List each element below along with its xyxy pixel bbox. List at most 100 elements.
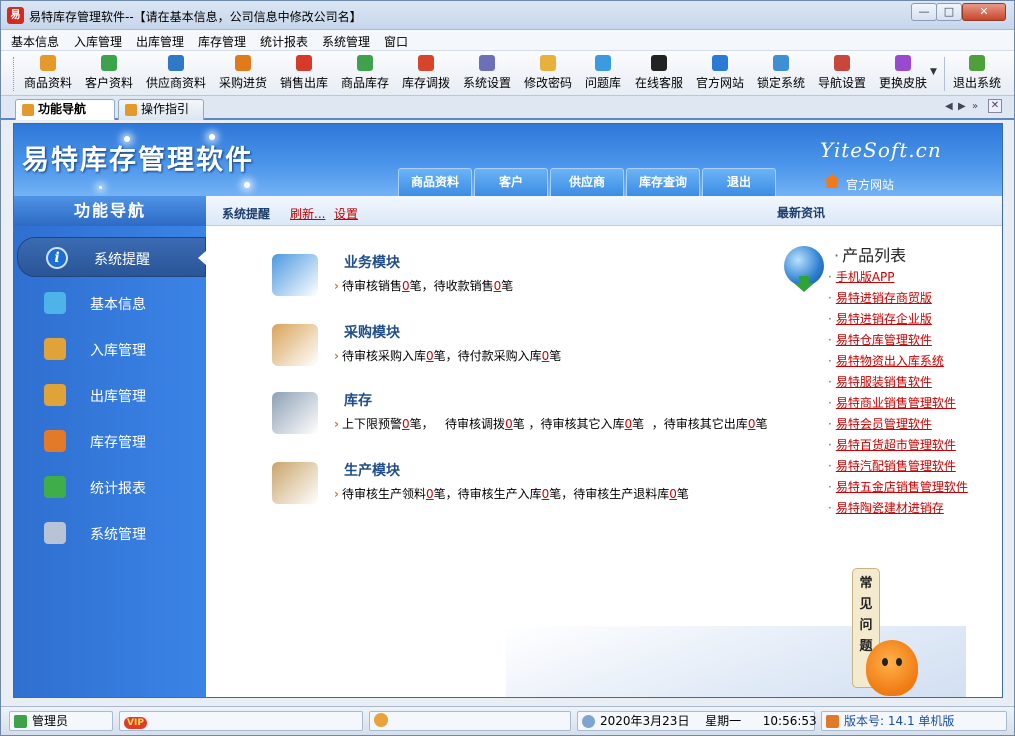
product-link[interactable]: · 手机版APP	[828, 268, 895, 285]
module-card: 业务模块 › 待审核销售0笔，待收款销售0笔	[272, 250, 772, 306]
product-link[interactable]: · 易特服装销售软件	[828, 373, 932, 390]
toolbar-button-sales[interactable]: 销售出库	[276, 53, 332, 93]
app-window: 易 易特库存管理软件--【请在基本信息，公司信息中修改公司名】 — □ ✕ 基本…	[0, 0, 1015, 736]
bullet-arrow-icon: ›	[334, 349, 339, 363]
toolbar-button-product[interactable]: 商品资料	[19, 53, 77, 93]
pending-count[interactable]: 0	[402, 417, 410, 431]
folder-icon[interactable]	[272, 254, 318, 296]
toolbar-button-stock[interactable]: 商品库存	[337, 53, 393, 93]
toolbar-button-navigation[interactable]: 导航设置	[814, 53, 870, 93]
toolbar-button-label: 锁定系统	[756, 76, 805, 90]
sidebar-item-tools[interactable]: 系统管理	[14, 513, 206, 553]
tab-scroll-right-icon[interactable]: ▶	[958, 101, 966, 112]
status-version: 版本号: 14.1 单机版	[821, 711, 1007, 731]
pending-count[interactable]: 0	[669, 487, 677, 501]
menu-inventory[interactable]: 库存管理	[198, 33, 246, 50]
toolbar-button-purchase[interactable]: 采购进货	[215, 53, 271, 93]
sidebar-item-warehouse[interactable]: 库存管理	[14, 421, 206, 461]
lock-icon	[773, 55, 789, 71]
toolbar-button-ie[interactable]: 官方网站	[692, 53, 748, 93]
close-button[interactable]: ✕	[962, 3, 1006, 21]
header-tab-products[interactable]: 商品资料	[398, 168, 472, 196]
toolbar-button-label: 销售出库	[279, 76, 328, 90]
toolbar-button-settings[interactable]: 系统设置	[459, 53, 515, 93]
pending-count[interactable]: 0	[426, 487, 434, 501]
product-link[interactable]: · 易特会员管理软件	[828, 415, 932, 432]
faq-char: 问	[859, 618, 873, 633]
official-site-link[interactable]: 官方网站	[846, 176, 894, 193]
product-link[interactable]: · 易特汽配销售管理软件	[828, 457, 956, 474]
product-link-label: 易特商业销售管理软件	[835, 396, 956, 410]
header-tab-stock-query[interactable]: 库存查询	[626, 168, 700, 196]
toolbar-button-transfer[interactable]: 库存调拨	[398, 53, 454, 93]
transfer-icon	[418, 55, 434, 71]
toolbar-button-faq[interactable]: 问题库	[581, 53, 625, 93]
tab-close-icon[interactable]: ✕	[988, 99, 1002, 113]
support-face-icon[interactable]	[374, 713, 388, 727]
toolbar-button-lock[interactable]: 锁定系统	[753, 53, 809, 93]
tab-scroll-left-icon[interactable]: ◀	[945, 101, 953, 112]
sidebar-item-info[interactable]: i 系统提醒	[17, 237, 206, 277]
maximize-button[interactable]: □	[936, 3, 962, 21]
sidebar-item-bar-chart[interactable]: 统计报表	[14, 467, 206, 507]
product-link[interactable]: · 易特物资出入库系统	[828, 352, 944, 369]
purchase-icon	[235, 55, 251, 71]
toolbar-button-password[interactable]: 修改密码	[520, 53, 576, 93]
toolbar-button-customer[interactable]: 客户资料	[81, 53, 137, 93]
menu-basic-info[interactable]: 基本信息	[11, 33, 59, 50]
bullet-arrow-icon: ›	[334, 279, 339, 293]
module-summary: › 待审核采购入库0笔，待付款采购入库0笔	[334, 347, 561, 364]
menu-outbound[interactable]: 出库管理	[136, 33, 184, 50]
title-bar[interactable]: 易 易特库存管理软件--【请在基本信息，公司信息中修改公司名】 — □ ✕	[1, 1, 1014, 30]
mascot-support-icon[interactable]	[866, 640, 918, 696]
product-link[interactable]: · 易特陶瓷建材进销存	[828, 499, 944, 516]
sidebar-item-outbound-box[interactable]: 出库管理	[14, 375, 206, 415]
module-title[interactable]: 生产模块	[344, 460, 400, 480]
tab-operation-guide[interactable]: 操作指引	[118, 99, 204, 120]
module-title[interactable]: 业务模块	[344, 252, 400, 272]
module-title[interactable]: 采购模块	[344, 322, 400, 342]
menu-inbound[interactable]: 入库管理	[74, 33, 122, 50]
minimize-button[interactable]: —	[911, 3, 937, 21]
pending-count[interactable]: 0	[426, 349, 434, 363]
product-link[interactable]: · 易特五金店销售管理软件	[828, 478, 968, 495]
box-arrow-icon[interactable]	[272, 324, 318, 366]
product-link[interactable]: · 易特进销存企业版	[828, 310, 932, 327]
clipboard-icon[interactable]	[272, 462, 318, 504]
tab-function-nav[interactable]: 功能导航	[15, 99, 115, 120]
pending-count[interactable]: 0	[505, 417, 513, 431]
toolbar-button-supplier[interactable]: 供应商资料	[142, 53, 210, 93]
module-title[interactable]: 库存	[344, 390, 372, 410]
header-tab-exit[interactable]: 退出	[702, 168, 776, 196]
product-link[interactable]: · 易特仓库管理软件	[828, 331, 932, 348]
product-link[interactable]: · 易特百货超市管理软件	[828, 436, 956, 453]
home-icon[interactable]	[824, 174, 840, 188]
menu-system[interactable]: 系统管理	[322, 33, 370, 50]
tab-list-icon[interactable]: »	[972, 101, 978, 112]
product-link[interactable]: · 易特商业销售管理软件	[828, 394, 956, 411]
toolbar-button-skin[interactable]: 更换皮肤	[875, 53, 931, 93]
refresh-link[interactable]: 刷新...	[290, 205, 325, 222]
supplier-icon	[168, 55, 184, 71]
toolbar-button-exit[interactable]: 退出系统	[950, 53, 1004, 93]
sparkle-decoration	[99, 186, 102, 189]
database-icon[interactable]	[272, 392, 318, 434]
bullet-dot-icon: ·	[828, 417, 832, 431]
window-title: 易特库存管理软件--【请在基本信息，公司信息中修改公司名】	[29, 10, 362, 24]
product-link[interactable]: · 易特进销存商贸版	[828, 289, 932, 306]
toolbar-button-qq[interactable]: 在线客服	[631, 53, 687, 93]
pending-count[interactable]: 0	[402, 279, 410, 293]
module-card: 生产模块 › 待审核生产领料0笔，待审核生产入库0笔，待审核生产退料库0笔	[272, 458, 772, 514]
menu-window[interactable]: 窗口	[384, 33, 408, 50]
header-tab-suppliers[interactable]: 供应商	[550, 168, 624, 196]
header-tab-customers[interactable]: 客户	[474, 168, 548, 196]
toolbar-overflow-chevron-icon[interactable]: ▼	[930, 67, 937, 77]
toolbar-grip[interactable]	[13, 57, 15, 91]
menu-reports[interactable]: 统计报表	[260, 33, 308, 50]
vip-badge[interactable]: VIP	[124, 717, 147, 729]
sidebar-item-inbound-box[interactable]: 入库管理	[14, 329, 206, 369]
sidebar-item-cubes[interactable]: 基本信息	[14, 283, 206, 323]
bullet-dot-icon: ·	[828, 312, 832, 326]
settings-link[interactable]: 设置	[334, 205, 358, 222]
sidebar-item-label: 出库管理	[90, 389, 146, 405]
